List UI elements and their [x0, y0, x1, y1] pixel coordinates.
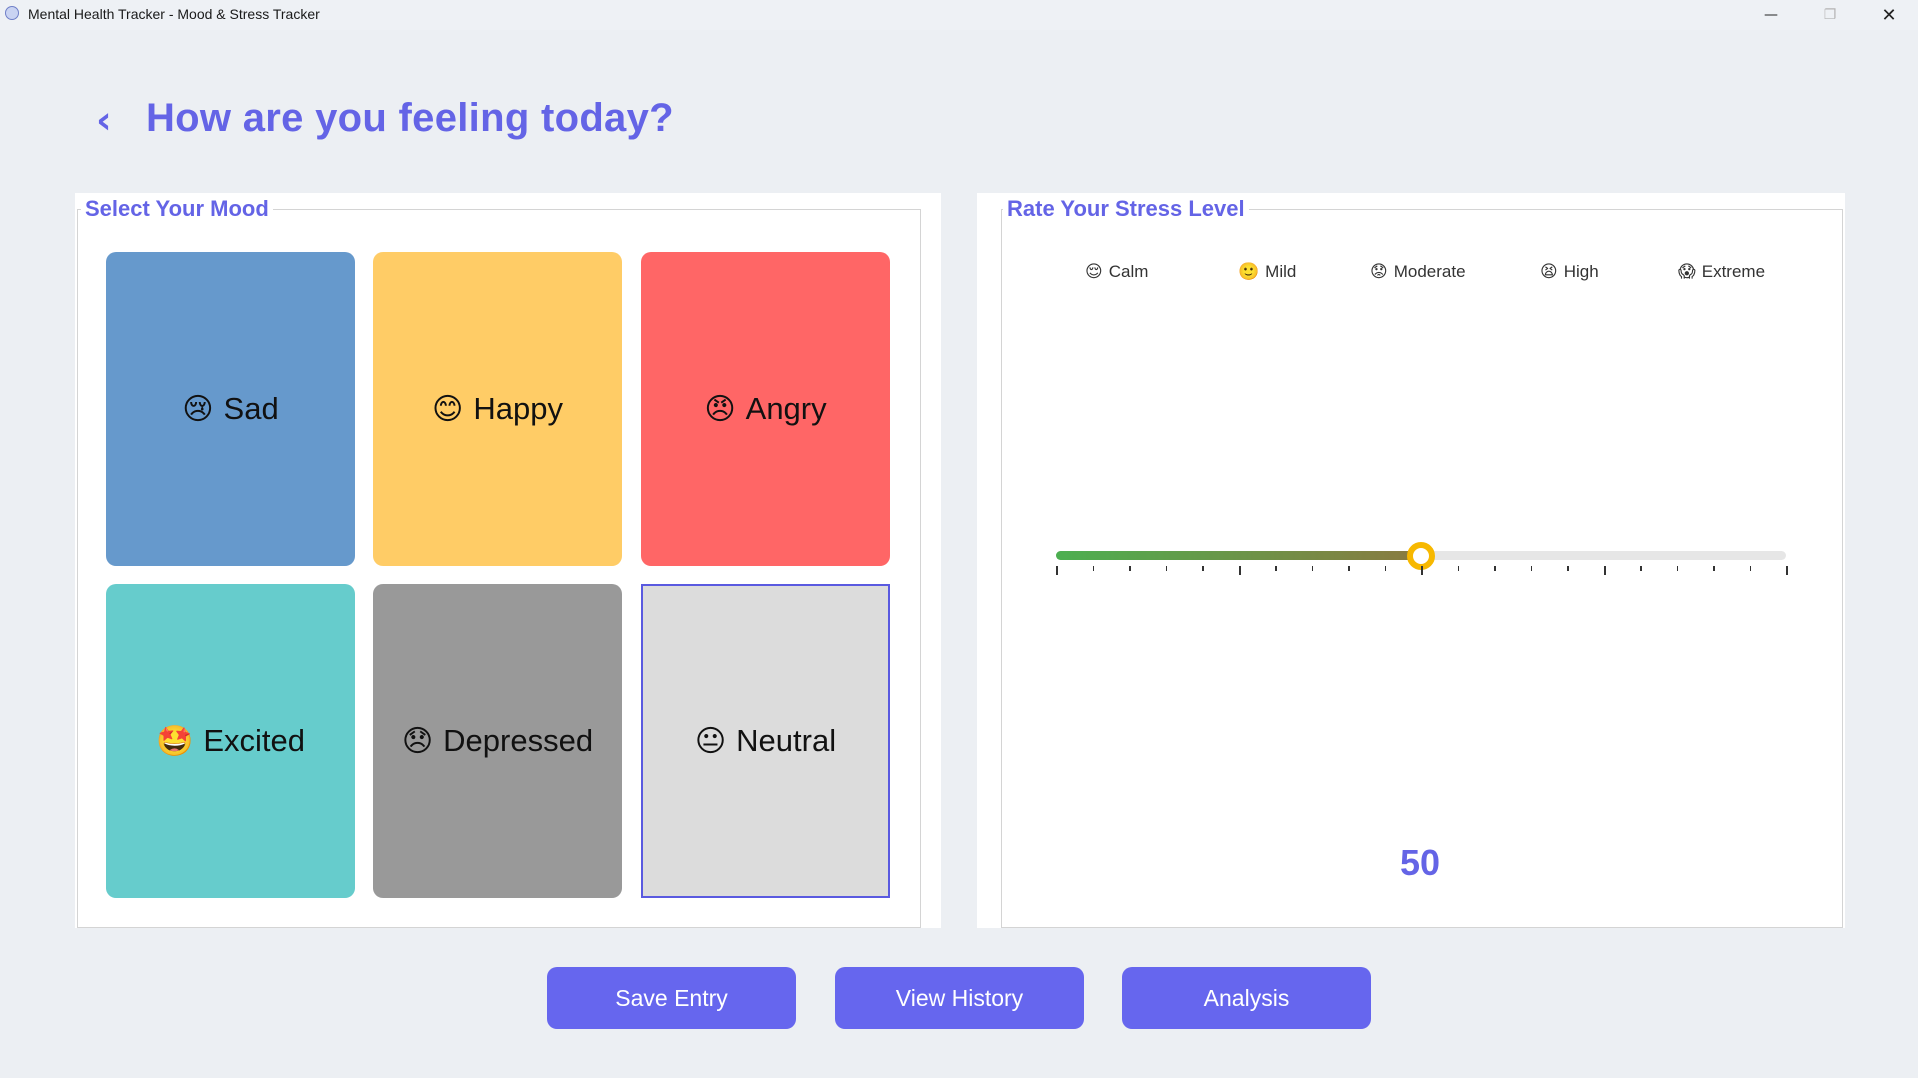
page-title: How are you feeling today? — [146, 96, 674, 140]
stress-value: 50 — [1399, 842, 1441, 883]
scale-text: Extreme — [1701, 262, 1766, 281]
sad-face-icon: 😢 — [182, 391, 214, 427]
slider-tick — [1275, 566, 1277, 571]
analysis-button[interactable]: Analysis — [1122, 967, 1371, 1029]
scale-text: Mild — [1265, 262, 1297, 281]
stress-panel-label: Rate Your Stress Level — [1003, 196, 1249, 222]
mood-label: Neutral — [736, 723, 837, 758]
mood-label: Depressed — [443, 723, 594, 758]
angry-face-icon: 😠 — [704, 391, 736, 427]
scale-text: Calm — [1108, 262, 1149, 281]
stress-slider-ticks — [1056, 566, 1788, 580]
neutral-face-icon: 😐 — [694, 723, 727, 759]
app-icon — [5, 6, 19, 20]
slider-tick — [1129, 566, 1131, 571]
calm-face-icon: 😌 — [1085, 262, 1103, 282]
mood-panel-label: Select Your Mood — [81, 196, 273, 222]
scale-label-calm: 😌 Calm — [1085, 262, 1148, 282]
slider-tick — [1494, 566, 1496, 571]
slider-tick — [1749, 566, 1751, 571]
scale-text: Moderate — [1393, 262, 1466, 281]
mood-card-neutral[interactable]: 😐 Neutral — [641, 584, 890, 898]
slider-tick — [1348, 566, 1350, 571]
mood-label: Happy — [473, 391, 563, 426]
mood-label: Excited — [203, 723, 306, 758]
close-button[interactable]: ✕ — [1860, 0, 1918, 30]
slider-tick — [1676, 566, 1678, 571]
slider-tick — [1457, 566, 1459, 571]
title-bar: Mental Health Tracker - Mood & Stress Tr… — [0, 0, 1918, 30]
slider-tick — [1092, 566, 1094, 571]
slider-tick — [1640, 566, 1642, 571]
maximize-button[interactable]: ❐ — [1801, 0, 1859, 30]
mild-face-icon: 🙂 — [1238, 262, 1260, 282]
scale-label-moderate: 😟 Moderate — [1370, 262, 1466, 282]
scale-text: High — [1563, 262, 1599, 281]
mood-card-happy[interactable]: 😊 Happy — [373, 252, 622, 566]
mood-label: Sad — [223, 391, 279, 426]
scale-label-mild: 🙂 Mild — [1238, 262, 1296, 282]
slider-tick — [1165, 566, 1167, 571]
slider-tick — [1056, 566, 1058, 575]
slider-tick — [1202, 566, 1204, 571]
window-title: Mental Health Tracker - Mood & Stress Tr… — [28, 6, 320, 22]
mood-card-sad[interactable]: 😢 Sad — [106, 252, 355, 566]
save-entry-button[interactable]: Save Entry — [547, 967, 796, 1029]
mood-card-depressed[interactable]: 😞 Depressed — [373, 584, 622, 898]
tired-face-icon: 😫 — [1540, 262, 1558, 282]
star-eyes-face-icon: 🤩 — [155, 723, 194, 759]
slider-tick — [1567, 566, 1569, 571]
slider-tick — [1421, 566, 1423, 575]
view-history-button[interactable]: View History — [835, 967, 1084, 1029]
scale-label-high: 😫 High — [1540, 262, 1599, 282]
scream-face-icon: 😱 — [1678, 262, 1696, 282]
minimize-button[interactable]: — — [1742, 0, 1800, 30]
slider-tick — [1713, 566, 1715, 571]
slider-tick — [1238, 566, 1241, 575]
smile-face-icon: 😊 — [432, 391, 464, 427]
slider-tick — [1603, 566, 1606, 575]
slider-tick — [1311, 566, 1313, 571]
slider-tick — [1530, 566, 1532, 571]
stress-slider-fill — [1056, 551, 1421, 560]
scale-label-extreme: 😱 Extreme — [1678, 262, 1765, 282]
slider-tick — [1384, 566, 1386, 571]
back-chevron-icon[interactable]: ‹ — [96, 98, 126, 142]
worried-face-icon: 😟 — [1370, 262, 1388, 282]
slider-tick — [1786, 566, 1788, 575]
mood-card-excited[interactable]: 🤩 Excited — [106, 584, 355, 898]
sad-face-icon: 😞 — [401, 723, 434, 759]
mood-label: Angry — [745, 391, 827, 426]
mood-card-angry[interactable]: 😠 Angry — [641, 252, 890, 566]
